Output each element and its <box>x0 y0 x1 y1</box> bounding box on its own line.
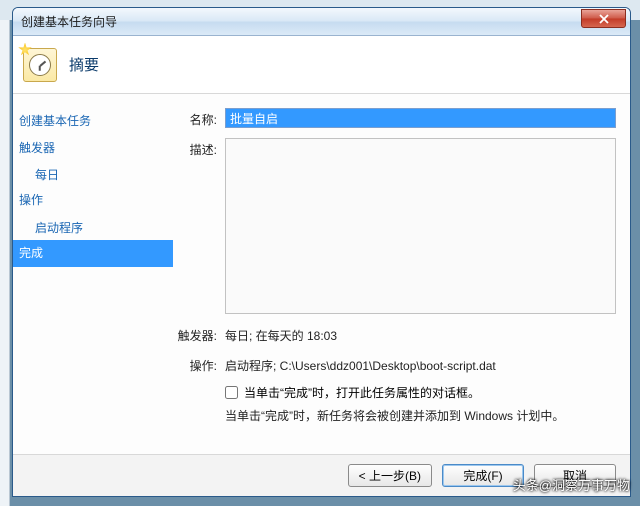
sidebar-item-finish[interactable]: 完成 <box>13 240 173 267</box>
wizard-icon <box>23 48 57 82</box>
cancel-button[interactable]: 取消 <box>534 464 616 487</box>
sidebar: 创建基本任务 触发器 每日 操作 启动程序 完成 <box>13 94 173 454</box>
sidebar-item-trigger[interactable]: 触发器 <box>13 135 173 162</box>
description-input[interactable] <box>225 138 616 314</box>
name-label: 名称: <box>173 108 225 128</box>
header-band: 摘要 <box>13 36 630 94</box>
page-heading: 摘要 <box>69 54 99 75</box>
trigger-value: 每日; 在每天的 18:03 <box>225 324 616 344</box>
action-label: 操作: <box>173 354 225 374</box>
name-input[interactable] <box>225 108 616 128</box>
titlebar: 创建基本任务向导 <box>13 8 630 36</box>
action-value: 启动程序; C:\Users\ddz001\Desktop\boot-scrip… <box>225 354 616 374</box>
background-side <box>0 20 10 506</box>
open-properties-checkbox[interactable] <box>225 386 238 399</box>
back-button[interactable]: < 上一步(B) <box>348 464 432 487</box>
sidebar-item-action[interactable]: 操作 <box>13 187 173 214</box>
info-text: 当单击“完成”时，新任务将会被创建并添加到 Windows 计划中。 <box>225 405 616 424</box>
body-split: 创建基本任务 触发器 每日 操作 启动程序 完成 名称: 描述: 触发器: <box>13 94 630 454</box>
description-label: 描述: <box>173 138 225 158</box>
content-area: 摘要 创建基本任务 触发器 每日 操作 启动程序 完成 名称: 描述: <box>13 36 630 496</box>
sidebar-item-daily[interactable]: 每日 <box>13 162 173 187</box>
sidebar-item-create-basic-task[interactable]: 创建基本任务 <box>13 108 173 135</box>
window-title: 创建基本任务向导 <box>21 13 117 30</box>
clock-icon <box>29 54 51 76</box>
close-button[interactable] <box>581 9 626 28</box>
finish-button[interactable]: 完成(F) <box>442 464 524 487</box>
main-panel: 名称: 描述: 触发器: 每日; 在每天的 18:03 操作: 启动程序; C:… <box>173 94 630 454</box>
sidebar-item-start-program[interactable]: 启动程序 <box>13 215 173 240</box>
close-icon <box>599 14 609 24</box>
open-properties-label: 当单击“完成”时，打开此任务属性的对话框。 <box>244 384 480 401</box>
footer: < 上一步(B) 完成(F) 取消 <box>13 454 630 496</box>
wizard-window: 创建基本任务向导 摘要 创建基本任务 触发器 每日 操作 启动程序 完成 名称: <box>12 7 631 497</box>
trigger-label: 触发器: <box>173 324 225 344</box>
